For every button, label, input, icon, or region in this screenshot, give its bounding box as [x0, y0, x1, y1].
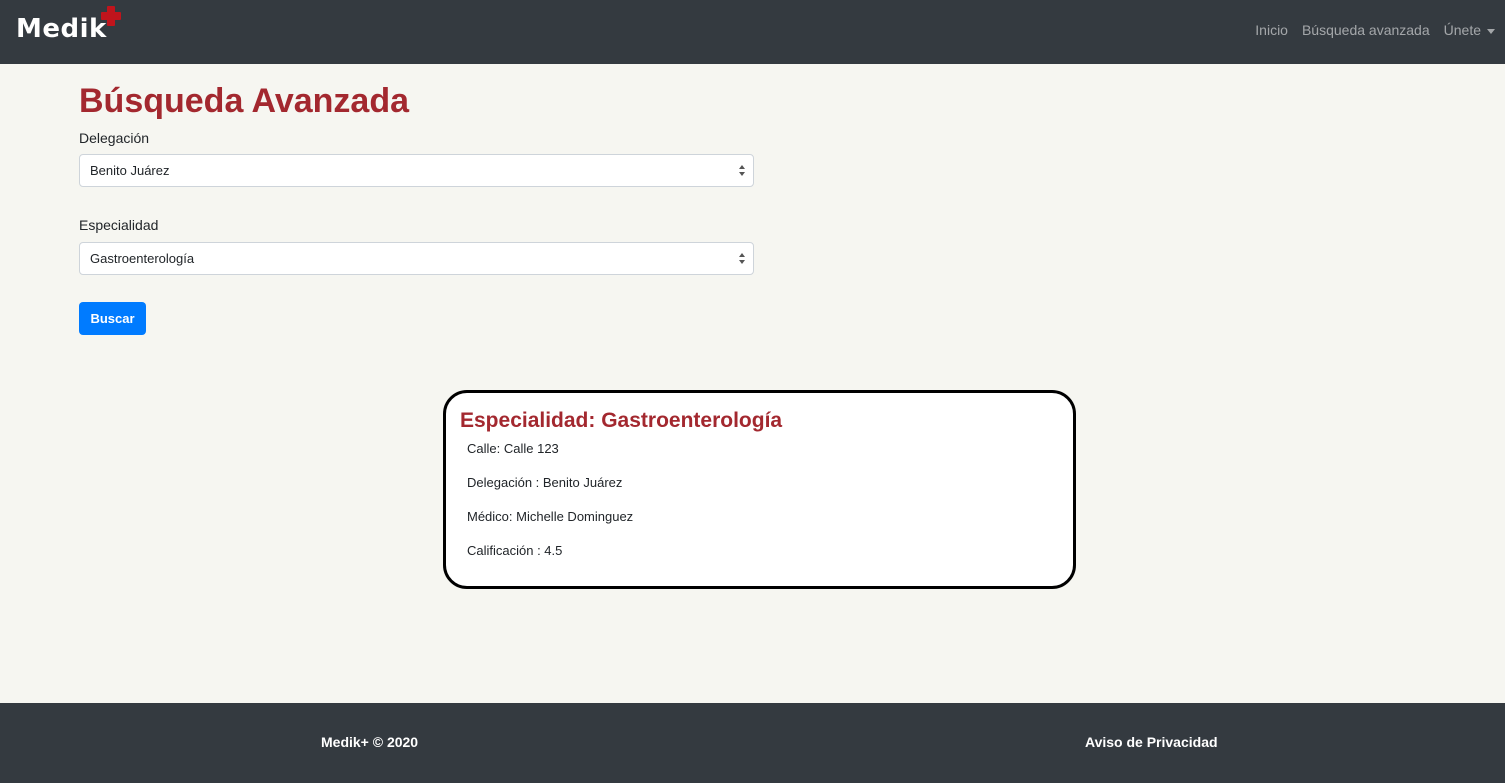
especialidad-select[interactable]: Gastroenterología [79, 242, 754, 275]
footer: Medik+ © 2020 Aviso de Privacidad [0, 703, 1505, 783]
especialidad-selected-value: Gastroenterología [90, 251, 195, 266]
select-arrows-icon [739, 252, 747, 266]
brand-logo[interactable]: Medik [16, 14, 107, 44]
result-card[interactable]: Especialidad: Gastroenterología Calle: C… [443, 390, 1076, 589]
navbar: Medik Inicio Búsqueda avanzada Únete [0, 0, 1505, 64]
buscar-button[interactable]: Buscar [79, 302, 146, 335]
delegacion-selected-value: Benito Juárez [90, 163, 170, 178]
nav-links: Inicio Búsqueda avanzada Únete [1241, 22, 1495, 38]
nav-dropdown-unete-label: Únete [1443, 22, 1481, 38]
select-arrows-icon [739, 164, 747, 178]
red-cross-icon [101, 6, 121, 26]
delegacion-select[interactable]: Benito Juárez [79, 154, 754, 187]
result-medico: Médico: Michelle Dominguez [467, 509, 634, 524]
nav-link-busqueda-avanzada[interactable]: Búsqueda avanzada [1302, 22, 1430, 38]
result-card-title: Especialidad: Gastroenterología [460, 409, 783, 432]
result-calle: Calle: Calle 123 [467, 441, 559, 456]
result-calificacion: Calificación : 4.5 [467, 543, 563, 558]
caret-down-icon [1487, 28, 1495, 34]
footer-copyright: Medik+ © 2020 [321, 734, 419, 750]
privacy-link[interactable]: Aviso de Privacidad [1085, 734, 1218, 750]
page-title: Búsqueda Avanzada [79, 82, 410, 120]
result-delegacion: Delegación : Benito Juárez [467, 475, 623, 490]
especialidad-label: Especialidad [79, 217, 159, 233]
delegacion-label: Delegación [79, 130, 150, 146]
nav-link-inicio[interactable]: Inicio [1255, 22, 1288, 38]
nav-dropdown-unete[interactable]: Únete [1444, 22, 1495, 38]
